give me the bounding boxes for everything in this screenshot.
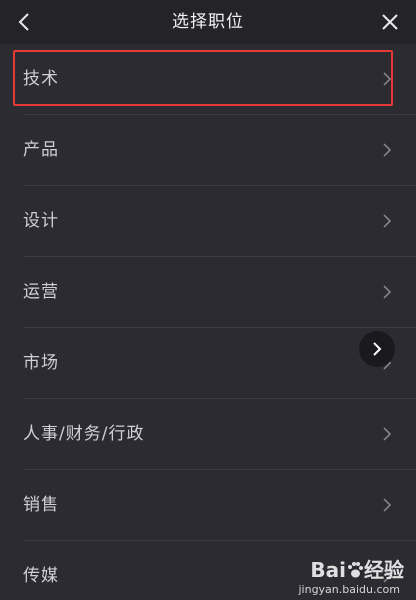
list-item-hr-finance-admin[interactable]: 人事/财务/行政 bbox=[23, 399, 416, 470]
list-item-label: 人事/财务/行政 bbox=[23, 424, 145, 444]
chevron-right-icon bbox=[383, 143, 392, 157]
list-item-label: 技术 bbox=[23, 69, 59, 89]
chevron-right-icon bbox=[383, 285, 392, 299]
position-list: 技术 产品 设计 运营 市场 人事/财务/行政 销售 传媒 bbox=[0, 44, 416, 600]
list-item-label: 市场 bbox=[23, 353, 59, 373]
page-title: 选择职位 bbox=[172, 12, 244, 32]
chevron-right-icon bbox=[383, 214, 392, 228]
screen: 选择职位 技术 产品 设计 运营 市场 人事/财务/行政 销售 传媒 Bai 经… bbox=[0, 0, 416, 600]
title-bar: 选择职位 bbox=[0, 0, 416, 44]
watermark-url: jingyan.baidu.com bbox=[298, 583, 400, 596]
list-item-product[interactable]: 产品 bbox=[23, 115, 416, 186]
list-item-operations[interactable]: 运营 bbox=[23, 257, 416, 328]
chevron-right-icon bbox=[383, 72, 392, 86]
chevron-right-icon bbox=[373, 342, 382, 356]
chevron-right-icon bbox=[383, 498, 392, 512]
watermark-logo: Bai 经验 bbox=[310, 558, 404, 582]
floating-next-button[interactable] bbox=[359, 331, 395, 367]
list-item-label: 运营 bbox=[23, 282, 59, 302]
list-item-design[interactable]: 设计 bbox=[23, 186, 416, 257]
close-button[interactable] bbox=[374, 6, 406, 38]
list-item-label: 设计 bbox=[23, 211, 59, 231]
close-icon bbox=[382, 14, 398, 30]
paw-icon bbox=[348, 562, 363, 578]
chevron-right-icon bbox=[383, 427, 392, 441]
list-item-label: 产品 bbox=[23, 140, 59, 160]
list-item-label: 传媒 bbox=[23, 566, 59, 586]
list-item-label: 销售 bbox=[23, 495, 59, 515]
list-item-marketing[interactable]: 市场 bbox=[23, 328, 416, 399]
list-item-sales[interactable]: 销售 bbox=[23, 470, 416, 541]
baidu-jingyan-watermark: Bai 经验 jingyan.baidu.com bbox=[290, 552, 410, 596]
list-item-tech[interactable]: 技术 bbox=[23, 44, 416, 115]
